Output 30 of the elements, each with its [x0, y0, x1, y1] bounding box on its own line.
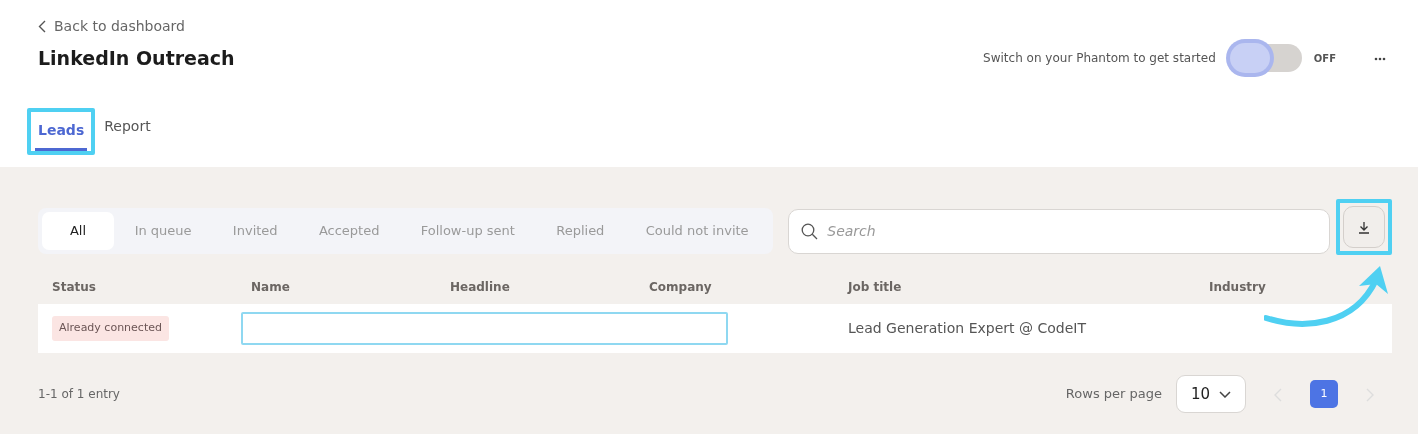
filter-tab[interactable]: Could not invite — [625, 212, 770, 250]
filter-tab[interactable]: Follow-up sent — [400, 212, 536, 250]
filter-tab[interactable]: All — [42, 212, 114, 250]
column-header: Status — [52, 279, 96, 296]
switch-label: Switch on your Phantom to get started — [983, 50, 1216, 67]
filter-tab[interactable]: Accepted — [298, 212, 401, 250]
download-button[interactable] — [1343, 206, 1385, 248]
switch-state-label: OFF — [1313, 51, 1336, 66]
rows-per-page-select[interactable]: 10 — [1176, 375, 1246, 413]
filter-tab[interactable]: Invited — [212, 212, 299, 250]
page-title: LinkedIn Outreach — [38, 46, 235, 70]
rows-per-page-label: Rows per page — [1065, 385, 1162, 404]
search-field[interactable]: Search — [788, 208, 1330, 254]
table-cell-text: Lead Generation Expert @ CodeIT — [848, 319, 1087, 338]
back-link[interactable]: Back to dashboard — [38, 16, 185, 37]
chevron-left-icon — [38, 20, 46, 33]
entry-count: 1-1 of 1 entry — [38, 386, 120, 403]
status-badge: Already connected — [52, 316, 169, 341]
column-header: Job title — [848, 279, 902, 296]
page-button[interactable]: 1 — [1310, 380, 1338, 408]
tab[interactable]: Report — [97, 108, 158, 147]
filter-tab[interactable]: In queue — [114, 212, 213, 250]
column-header: Headline — [450, 279, 510, 296]
column-header: Company — [649, 279, 712, 296]
column-header: Industry — [1209, 279, 1266, 296]
tab[interactable]: Leads — [35, 112, 88, 151]
column-header: Name — [251, 279, 290, 296]
chevron-down-icon — [1219, 390, 1231, 398]
filter-tab[interactable]: Replied — [535, 212, 626, 250]
download-icon — [1358, 220, 1370, 234]
